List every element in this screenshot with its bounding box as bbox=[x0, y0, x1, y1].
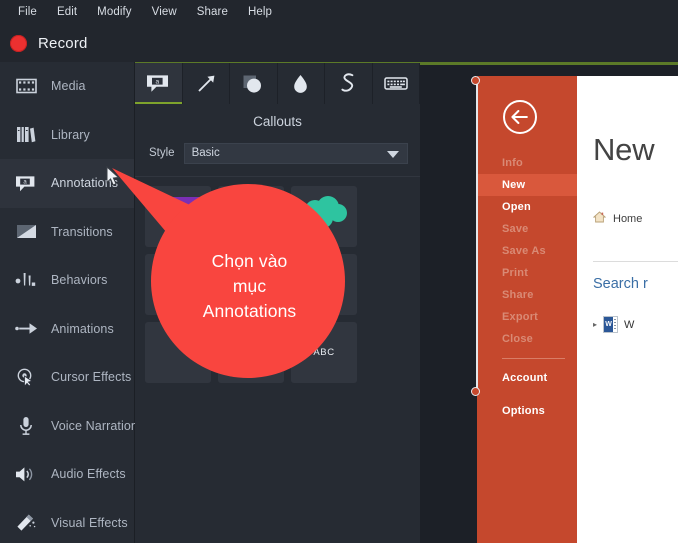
backstage-divider bbox=[502, 358, 565, 359]
office-home-label: Home bbox=[613, 212, 643, 225]
backstage-item-account[interactable]: Account bbox=[477, 367, 577, 389]
sidebar-item-label: Voice Narration bbox=[51, 418, 138, 433]
blur-tab[interactable] bbox=[278, 63, 325, 104]
menu-item-help[interactable]: Help bbox=[238, 3, 282, 21]
office-heading: New bbox=[593, 132, 655, 167]
canvas-preview: New Home Search r ▸ W W Info New Open Sa… bbox=[420, 62, 678, 543]
style-select-value: Basic bbox=[191, 147, 220, 159]
menu-item-view[interactable]: View bbox=[142, 3, 187, 21]
callout-text-line-1: Chọn vào bbox=[211, 251, 288, 271]
style-select[interactable]: Basic bbox=[183, 142, 408, 164]
backstage-item-options[interactable]: Options bbox=[477, 400, 577, 422]
shapes-tab[interactable] bbox=[230, 63, 278, 104]
menu-item-share[interactable]: Share bbox=[187, 3, 238, 21]
selection-handle-bottom[interactable] bbox=[471, 387, 480, 396]
callout-thumb-teal[interactable] bbox=[291, 186, 357, 247]
style-row: Style Basic bbox=[135, 138, 420, 168]
office-home-link[interactable]: Home bbox=[592, 211, 643, 226]
callout-thumb-purple[interactable] bbox=[145, 186, 211, 247]
office-backstage-menu: Info New Open Save Save As Print Share E… bbox=[477, 76, 577, 543]
left-sidebar: Media Library a Annotations Transitions … bbox=[0, 62, 138, 543]
magic-wand-icon bbox=[14, 512, 38, 534]
arrow-right-icon bbox=[14, 318, 38, 340]
transition-icon bbox=[14, 221, 38, 243]
backstage-item-new[interactable]: New bbox=[477, 174, 577, 196]
annotation-tool-tabs: a bbox=[135, 62, 420, 104]
record-button-label[interactable]: Record bbox=[38, 35, 88, 52]
thumbnail-label: ABC bbox=[313, 347, 335, 358]
books-icon bbox=[14, 124, 38, 146]
speaker-icon bbox=[14, 463, 38, 485]
sidebar-item-label: Library bbox=[51, 127, 90, 142]
sidebar-item-label: Transitions bbox=[51, 224, 113, 239]
backstage-item-save[interactable]: Save bbox=[477, 218, 577, 240]
sidebar-item-label: Audio Effects bbox=[51, 467, 126, 482]
selection-handle-top[interactable] bbox=[471, 76, 480, 85]
record-bar: Record bbox=[0, 24, 678, 62]
record-dot-icon[interactable] bbox=[10, 34, 27, 52]
sidebar-item-label: Animations bbox=[51, 321, 114, 336]
callout-thumb-blank-4[interactable] bbox=[145, 322, 211, 383]
callout-text: Chọn vào mục Annotations bbox=[152, 249, 347, 324]
sidebar-item-media[interactable]: Media bbox=[0, 62, 134, 111]
backstage-item-close[interactable]: Close bbox=[477, 328, 577, 350]
backstage-item-save-as[interactable]: Save As bbox=[477, 240, 577, 262]
selection-edge-line bbox=[476, 80, 478, 392]
sidebar-item-transitions[interactable]: Transitions bbox=[0, 208, 134, 257]
camtasia-window: File Edit Modify View Share Help Record bbox=[0, 0, 678, 543]
sidebar-item-voice-narration[interactable]: Voice Narration bbox=[0, 402, 138, 451]
office-search-label: Search r bbox=[593, 276, 648, 292]
callout-thumb-abc-plain[interactable]: ABC bbox=[291, 322, 357, 383]
callout-text-line-2: mục bbox=[232, 275, 267, 296]
backstage-item-export[interactable]: Export bbox=[477, 306, 577, 328]
backstage-item-open[interactable]: Open bbox=[477, 196, 577, 218]
home-icon bbox=[592, 211, 607, 226]
sidebar-item-visual-effects[interactable]: Visual Effects bbox=[0, 499, 134, 543]
sketch-tab[interactable] bbox=[325, 63, 373, 104]
cursor-target-icon bbox=[14, 366, 38, 388]
callouts-tab[interactable]: a bbox=[135, 63, 183, 104]
office-divider bbox=[593, 261, 678, 262]
word-document-icon: W bbox=[603, 316, 619, 333]
menu-bar: File Edit Modify View Share Help bbox=[0, 0, 678, 24]
sidebar-item-label: Cursor Effects bbox=[51, 370, 132, 385]
backstage-item-share[interactable]: Share bbox=[477, 284, 577, 306]
sidebar-item-audio-effects[interactable]: Audio Effects bbox=[0, 450, 134, 499]
chevron-right-icon: ▸ bbox=[593, 320, 598, 329]
menu-item-modify[interactable]: Modify bbox=[87, 3, 141, 21]
sidebar-item-cursor-effects[interactable]: Cursor Effects bbox=[0, 353, 134, 402]
back-arrow-icon[interactable] bbox=[503, 100, 537, 134]
microphone-icon bbox=[14, 415, 38, 437]
behaviors-icon bbox=[14, 269, 38, 291]
callout-thumb-rect-abc[interactable]: ABC bbox=[218, 322, 284, 383]
sidebar-item-library[interactable]: Library bbox=[0, 111, 134, 160]
office-document-pane: New Home Search r ▸ W W bbox=[577, 76, 678, 543]
callout-text-line-3: Annotations bbox=[202, 300, 297, 321]
sidebar-item-animations[interactable]: Animations bbox=[0, 305, 134, 354]
callout-thumb-blank-1[interactable] bbox=[218, 186, 284, 247]
office-template-row[interactable]: ▸ W W bbox=[593, 316, 634, 333]
style-label: Style bbox=[149, 147, 175, 159]
canvas-top-accent bbox=[420, 62, 678, 65]
office-template-label: W bbox=[624, 318, 635, 331]
film-strip-icon bbox=[14, 75, 38, 97]
keystroke-tab[interactable] bbox=[373, 63, 420, 104]
panel-title: Callouts bbox=[135, 104, 420, 138]
backstage-item-print[interactable]: Print bbox=[477, 262, 577, 284]
backstage-items: Info New Open Save Save As Print Share E… bbox=[477, 152, 577, 422]
mouse-pointer-icon bbox=[106, 165, 121, 192]
svg-text:a: a bbox=[156, 78, 160, 85]
chevron-down-icon bbox=[387, 151, 399, 158]
sidebar-item-behaviors[interactable]: Behaviors bbox=[0, 256, 134, 305]
sidebar-item-label: Visual Effects bbox=[51, 515, 128, 530]
menu-item-file[interactable]: File bbox=[8, 3, 47, 21]
menu-item-edit[interactable]: Edit bbox=[47, 3, 87, 21]
arrows-tab[interactable] bbox=[183, 63, 230, 104]
sidebar-item-label: Media bbox=[51, 79, 86, 94]
sidebar-item-label: Behaviors bbox=[51, 273, 108, 288]
thumbnail-label: ABC bbox=[240, 347, 262, 358]
backstage-item-info[interactable]: Info bbox=[477, 152, 577, 174]
speech-bubble-a-icon: a bbox=[14, 172, 38, 194]
